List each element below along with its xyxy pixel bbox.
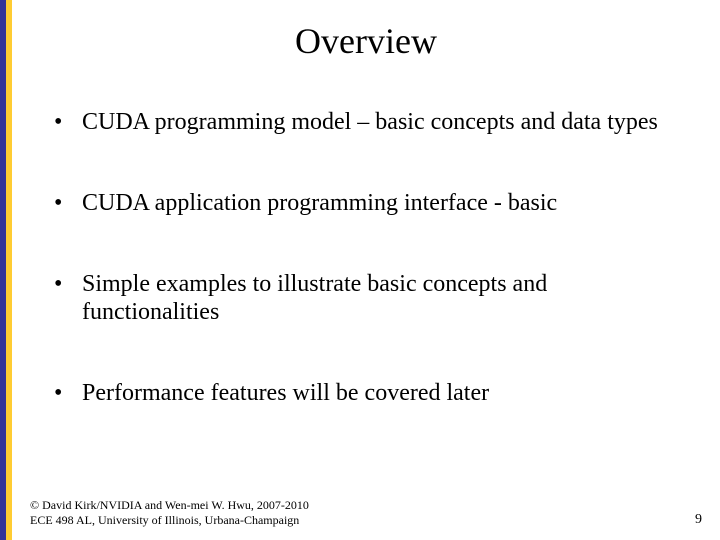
slide-footer: © David Kirk/NVIDIA and Wen-mei W. Hwu, … — [30, 498, 702, 528]
bullet-marker: • — [54, 270, 82, 299]
footer-credits: © David Kirk/NVIDIA and Wen-mei W. Hwu, … — [30, 498, 309, 528]
bullet-list: • CUDA programming model – basic concept… — [12, 108, 720, 408]
bullet-item: • Simple examples to illustrate basic co… — [54, 270, 680, 328]
bullet-marker: • — [54, 108, 82, 137]
bullet-item: • CUDA application programming interface… — [54, 189, 680, 218]
bullet-text: Simple examples to illustrate basic conc… — [82, 270, 680, 328]
bullet-text: CUDA application programming interface -… — [82, 189, 680, 218]
bullet-item: • CUDA programming model – basic concept… — [54, 108, 680, 137]
bullet-text: CUDA programming model – basic concepts … — [82, 108, 680, 137]
decorative-left-stripes — [0, 0, 12, 540]
bullet-marker: • — [54, 379, 82, 408]
page-number: 9 — [695, 512, 702, 528]
footer-line-2: ECE 498 AL, University of Illinois, Urba… — [30, 513, 309, 528]
slide-content: Overview • CUDA programming model – basi… — [12, 0, 720, 540]
bullet-marker: • — [54, 189, 82, 218]
bullet-item: • Performance features will be covered l… — [54, 379, 680, 408]
slide-title: Overview — [12, 20, 720, 62]
footer-line-1: © David Kirk/NVIDIA and Wen-mei W. Hwu, … — [30, 498, 309, 513]
bullet-text: Performance features will be covered lat… — [82, 379, 680, 408]
